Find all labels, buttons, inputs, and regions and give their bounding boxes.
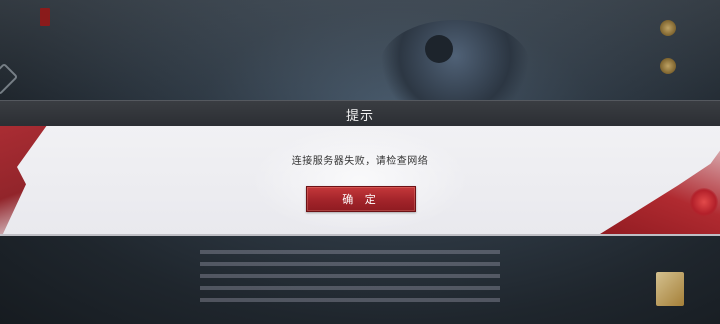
background-character-head bbox=[425, 35, 453, 63]
ink-decoration-left bbox=[0, 126, 50, 234]
gold-book-icon[interactable] bbox=[656, 272, 684, 306]
game-logo bbox=[38, 8, 50, 26]
gold-emblem-icon[interactable] bbox=[660, 20, 676, 36]
dialog-body: 连接服务器失败，请检查网络 确 定 bbox=[0, 126, 720, 234]
game-screen: 提示 连接服务器失败，请检查网络 确 定 bbox=[0, 0, 720, 324]
dialog-title: 提示 bbox=[345, 108, 374, 124]
background-mist bbox=[0, 0, 720, 100]
dialog-bottom-edge bbox=[0, 234, 720, 236]
dialog-watermark bbox=[250, 126, 470, 234]
dialog-message: 连接服务器失败，请检查网络 bbox=[291, 156, 429, 167]
ink-decoration-right bbox=[600, 136, 720, 234]
confirm-button[interactable]: 确 定 bbox=[306, 186, 416, 212]
dialog-header: 提示 bbox=[0, 100, 720, 127]
gold-emblem-icon[interactable] bbox=[660, 58, 676, 74]
confirm-button-label: 确 定 bbox=[342, 193, 380, 206]
logo-seal-icon bbox=[40, 8, 50, 26]
right-icon-column bbox=[660, 20, 676, 74]
red-flower-icon bbox=[690, 188, 718, 216]
background-notice-text bbox=[200, 250, 500, 310]
background-character bbox=[380, 20, 530, 110]
